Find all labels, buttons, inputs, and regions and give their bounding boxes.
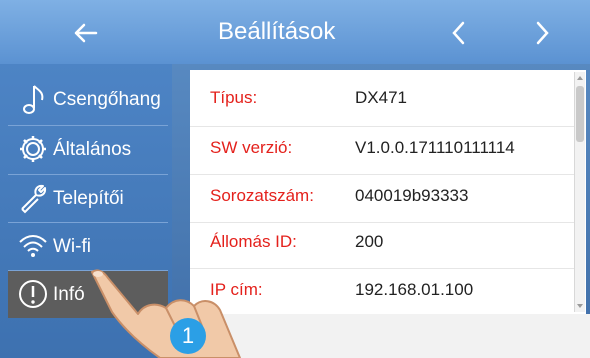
sidebar-item-label: Telepítői	[53, 188, 124, 209]
divider	[190, 126, 575, 127]
chevron-right-icon[interactable]	[523, 14, 563, 52]
step-badge: 1	[170, 318, 206, 354]
info-row: Típus: DX471	[210, 84, 570, 114]
sidebar-item-wifi[interactable]: Wi-fi	[8, 223, 168, 270]
music-note-icon	[23, 85, 44, 114]
info-row: IP cím: 192.168.01.100	[210, 276, 570, 306]
scrollbar-thumb[interactable]	[576, 86, 584, 142]
info-key: SW verzió:	[210, 138, 293, 157]
sidebar-item-csengohang[interactable]: Csengőhang	[8, 76, 168, 123]
header-bar: Beállítások	[0, 0, 590, 64]
info-value: 192.168.01.100	[355, 280, 474, 299]
divider	[190, 222, 575, 223]
pointing-hand-icon	[91, 269, 241, 358]
info-row: Állomás ID: 200	[210, 228, 570, 258]
divider	[190, 174, 575, 175]
info-key: Típus:	[210, 88, 258, 107]
sidebar-item-label: Csengőhang	[53, 89, 161, 110]
scroll-up-icon[interactable]	[576, 74, 584, 82]
scroll-down-icon[interactable]	[576, 302, 584, 310]
info-key: Állomás ID:	[210, 232, 297, 251]
info-key: Sorozatszám:	[210, 186, 314, 205]
sidebar-item-label: Általános	[53, 139, 132, 160]
page-title: Beállítások	[218, 18, 336, 45]
info-value: 200	[355, 232, 384, 251]
gear-icon	[20, 136, 46, 162]
wifi-icon	[19, 235, 47, 257]
info-row: SW verzió: V1.0.0.171110111114	[210, 134, 570, 164]
chevron-left-icon[interactable]	[440, 14, 480, 52]
arrow-left-icon[interactable]	[66, 14, 106, 52]
scrollbar[interactable]	[574, 72, 585, 312]
info-value: 040019b93333	[355, 186, 469, 205]
info-row: Sorozatszám: 040019b93333	[210, 182, 570, 212]
wrench-icon	[21, 184, 47, 214]
info-value: DX471	[355, 88, 407, 107]
info-value: V1.0.0.171110111114	[355, 138, 515, 157]
sidebar-item-label: Wi-fi	[53, 236, 91, 257]
sidebar-item-label: Infó	[53, 284, 85, 305]
info-icon	[19, 280, 47, 308]
sidebar-item-altalanos[interactable]: Általános	[8, 126, 168, 173]
sidebar-item-telepitoi[interactable]: Telepítői	[8, 175, 168, 222]
